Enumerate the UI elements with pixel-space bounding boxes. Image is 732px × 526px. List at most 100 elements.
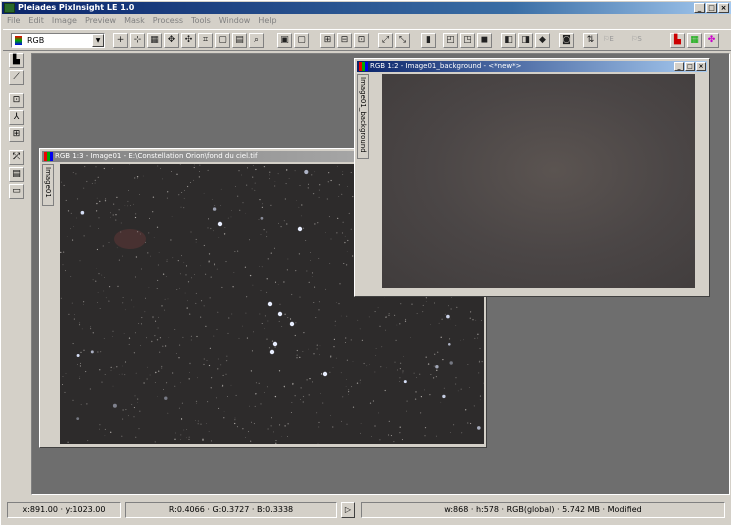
star [287,258,289,260]
star [77,364,79,366]
shrink-icon[interactable]: ⤡ [395,33,410,48]
star [330,179,332,182]
image01-view-tab[interactable]: Image01 [42,164,54,206]
histogram-tool-icon[interactable]: ▙ [9,53,24,68]
star [200,316,202,318]
star [266,338,268,340]
maximize-button[interactable]: □ [706,3,717,13]
star [208,430,210,432]
transform-tool-icon[interactable]: ⤱ [9,150,24,165]
star [238,337,240,339]
grid-icon[interactable]: ▦ [147,33,162,48]
star [91,183,93,184]
menu-process[interactable]: Process [153,15,183,27]
star [123,332,125,334]
menu-window[interactable]: Window [219,15,251,27]
zoom-in-icon[interactable]: ⊞ [320,33,335,48]
star [399,362,402,364]
menu-preview[interactable]: Preview [85,15,116,27]
color-space-select[interactable]: RGB ▼ [11,33,105,48]
star [143,382,145,384]
star [113,203,115,205]
zoom-fit-icon[interactable]: ⊹ [130,33,145,48]
star [166,382,168,384]
channel-view-icon[interactable]: ◆ [535,33,550,48]
star [244,437,246,438]
star [290,412,292,413]
crosshair-icon[interactable]: + [113,33,128,48]
menu-file[interactable]: File [7,15,20,27]
wavelets-tool-icon[interactable]: ⊞ [9,127,24,142]
histogram-icon[interactable]: ▙ [670,33,685,48]
pan-icon[interactable]: ✣ [181,33,196,48]
star [393,441,395,443]
star [83,235,85,237]
star [379,439,381,441]
color-grid-icon[interactable]: ▦ [687,33,702,48]
star [304,169,309,175]
star [133,352,136,354]
deconvolution-tool-icon[interactable]: ⅄ [9,110,24,125]
channel-merge-icon[interactable]: ◨ [518,33,533,48]
minimize-button[interactable]: _ [694,3,705,13]
console-tool-icon[interactable]: ▭ [9,184,24,199]
star [345,386,347,387]
star [112,214,114,216]
fit-screen-icon[interactable]: ▢ [294,33,309,48]
zoom-one-icon[interactable]: ⊡ [354,33,369,48]
color-picker-icon[interactable]: ✤ [704,33,719,48]
child-maximize-button[interactable]: □ [685,62,695,71]
star [161,305,163,307]
fit-window-icon[interactable]: ▣ [277,33,292,48]
star [308,394,310,396]
star [372,400,374,402]
readout-icon[interactable]: ⇅ [583,33,598,48]
menu-edit[interactable]: Edit [28,15,44,27]
star [390,435,392,437]
menu-image[interactable]: Image [52,15,77,27]
star [140,323,142,325]
stf-icon[interactable]: ◙ [559,33,574,48]
menu-tools[interactable]: Tools [191,15,211,27]
star [258,382,260,384]
star [189,362,191,365]
play-icon[interactable]: ▷ [341,502,355,518]
star [430,374,432,376]
new-image-icon[interactable]: ▢ [215,33,230,48]
star [188,438,190,440]
background-model-image[interactable] [382,74,695,288]
star [185,274,187,276]
zoom-out-icon[interactable]: ⊟ [337,33,352,48]
star [61,181,62,183]
star [447,305,449,307]
document-icon[interactable]: ▤ [232,33,247,48]
close-button[interactable]: × [718,3,729,13]
chevron-down-icon[interactable]: ▼ [92,34,104,47]
star [351,386,353,388]
preview-new-icon[interactable]: ◰ [443,33,458,48]
preview-delete-icon[interactable]: ◼ [477,33,492,48]
menu-mask[interactable]: Mask [124,15,145,27]
star [139,194,140,195]
background-view-tab[interactable]: Image01_background [357,74,369,159]
child-minimize-button[interactable]: _ [674,62,684,71]
crop-icon[interactable]: ⌗ [198,33,213,48]
curves-tool-icon[interactable]: ⟋ [9,70,24,85]
move-icon[interactable]: ✥ [164,33,179,48]
statistics-tool-icon[interactable]: ▤ [9,167,24,182]
expand-icon[interactable]: ⤢ [378,33,393,48]
mask-icon[interactable]: ▮ [421,33,436,48]
star [312,381,314,383]
star [200,265,201,267]
background-title-bar[interactable]: RGB 1:2 - Image01_background - <*new*> [357,61,707,72]
dbe-tool-icon[interactable]: ⊡ [9,93,24,108]
channel-split-icon[interactable]: ◧ [501,33,516,48]
child-close-button[interactable]: × [696,62,706,71]
mdi-workspace[interactable]: RGB 1:3 - Image01 - E:\Constellation Ori… [31,53,730,495]
background-window[interactable]: RGB 1:2 - Image01_background - <*new*> _… [354,58,710,297]
menu-help[interactable]: Help [258,15,276,27]
app-title-bar[interactable]: Pleiades PixInsight LE 1.0 _ □ × [2,2,731,14]
preview-edit-icon[interactable]: ◳ [460,33,475,48]
zoom-icon[interactable]: ⌕ [249,33,264,48]
star [135,372,137,374]
